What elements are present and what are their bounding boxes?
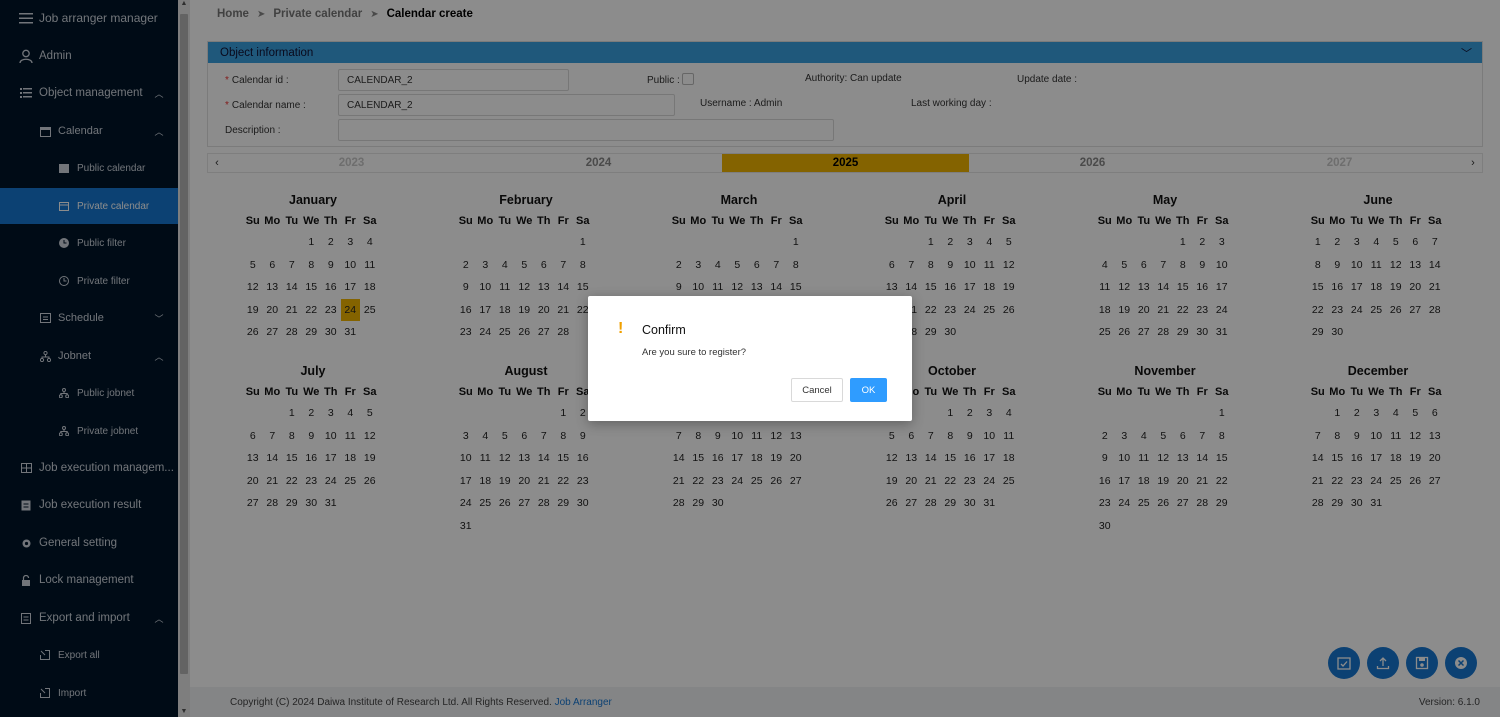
- confirm-dialog: ! Confirm Are you sure to register? Canc…: [588, 296, 912, 421]
- warning-icon: !: [618, 320, 624, 337]
- dialog-message: Are you sure to register?: [642, 347, 747, 358]
- ok-button[interactable]: OK: [850, 378, 887, 402]
- dialog-title: Confirm: [642, 323, 686, 337]
- cancel-button[interactable]: Cancel: [791, 378, 843, 402]
